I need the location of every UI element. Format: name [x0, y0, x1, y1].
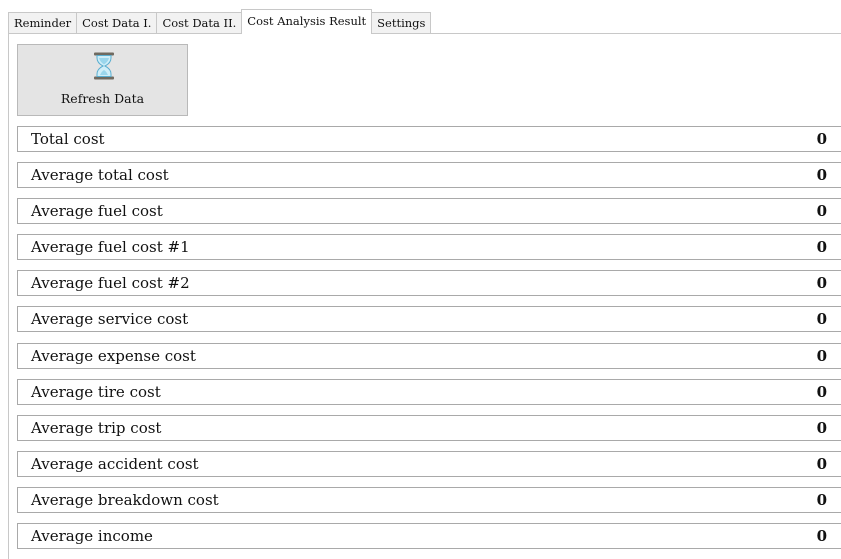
row-value: 0 — [816, 346, 827, 365]
row-average-tire-cost: Average tire cost 0 — [17, 378, 841, 405]
row-value: 0 — [816, 454, 827, 473]
tab-cost-analysis-result[interactable]: Cost Analysis Result — [241, 9, 373, 34]
row-value: 0 — [816, 274, 827, 293]
row-label: Average fuel cost — [31, 202, 163, 221]
refresh-data-button[interactable]: Refresh Data — [17, 44, 188, 116]
refresh-data-label: Refresh Data — [60, 91, 145, 106]
tab-panel-top-border — [8, 33, 841, 34]
row-value: 0 — [816, 490, 827, 509]
tab-cost-data-1[interactable]: Cost Data I. — [76, 12, 158, 34]
row-average-fuel-cost-2: Average fuel cost #2 0 — [17, 270, 841, 297]
row-average-breakdown-cost: Average breakdown cost 0 — [17, 486, 841, 513]
row-value: 0 — [816, 130, 827, 148]
row-average-expense-cost: Average expense cost 0 — [17, 342, 841, 369]
row-value: 0 — [816, 382, 827, 401]
row-average-service-cost: Average service cost 0 — [17, 306, 841, 333]
row-label: Average income — [31, 527, 153, 546]
row-average-fuel-cost: Average fuel cost 0 — [17, 198, 841, 225]
row-label: Average fuel cost #1 — [31, 238, 190, 257]
row-value: 0 — [816, 418, 827, 437]
row-label: Average trip cost — [31, 418, 162, 437]
row-average-total-cost: Average total cost 0 — [17, 162, 841, 189]
tab-settings[interactable]: Settings — [371, 12, 432, 34]
tab-panel-left-border — [8, 33, 9, 559]
row-average-trip-cost: Average trip cost 0 — [17, 414, 841, 441]
row-label: Average breakdown cost — [31, 490, 219, 509]
row-label: Total cost — [31, 130, 105, 148]
row-value: 0 — [816, 238, 827, 257]
row-value: 0 — [816, 527, 827, 546]
row-value: 0 — [816, 310, 827, 329]
row-average-accident-cost: Average accident cost 0 — [17, 450, 841, 477]
row-label: Average accident cost — [31, 454, 199, 473]
row-total-cost: Total cost 0 — [17, 126, 841, 152]
row-label: Average fuel cost #2 — [31, 274, 190, 293]
tab-reminder[interactable]: Reminder — [8, 12, 78, 34]
row-label: Average service cost — [31, 310, 189, 329]
row-label: Average total cost — [31, 166, 169, 185]
tab-cost-data-2[interactable]: Cost Data II. — [156, 12, 243, 34]
hourglass-icon — [93, 52, 115, 80]
row-average-income: Average income 0 — [17, 523, 841, 550]
row-label: Average expense cost — [31, 346, 196, 365]
row-label: Average tire cost — [31, 382, 161, 401]
cost-analysis-window: Reminder Cost Data I. Cost Data II. Cost… — [0, 0, 841, 559]
cost-results-list: Total cost 0 Average total cost 0 Averag… — [17, 126, 841, 559]
row-value: 0 — [816, 202, 827, 221]
tab-bar: Reminder Cost Data I. Cost Data II. Cost… — [8, 9, 432, 34]
row-average-fuel-cost-1: Average fuel cost #1 0 — [17, 234, 841, 261]
row-value: 0 — [816, 166, 827, 185]
